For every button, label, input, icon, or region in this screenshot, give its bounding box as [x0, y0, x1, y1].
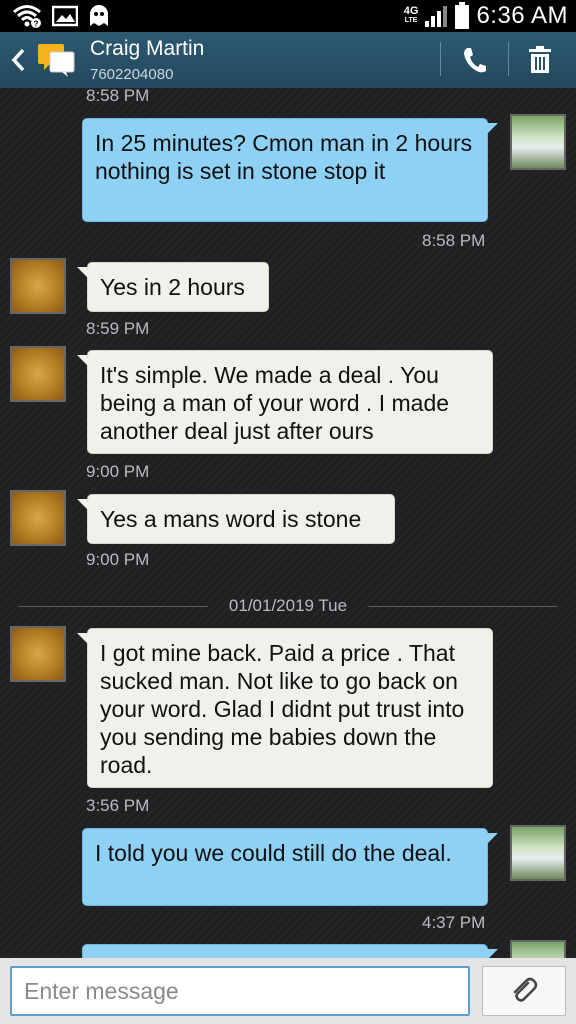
- outgoing-message-partial[interactable]: [82, 944, 498, 958]
- lte-indicator: 4G LTE: [403, 5, 419, 25]
- clock: 6:36 AM: [476, 2, 568, 29]
- message-input[interactable]: [10, 966, 470, 1016]
- message-timestamp: 9:00 PM: [86, 550, 150, 569]
- my-avatar: [510, 114, 566, 170]
- outgoing-message[interactable]: I told you we could still do the deal.: [82, 828, 498, 906]
- incoming-message[interactable]: Yes in 2 hours: [77, 262, 269, 312]
- my-avatar: [510, 825, 566, 881]
- back-icon[interactable]: [8, 46, 28, 74]
- gallery-icon: [52, 5, 78, 27]
- message-timestamp: 4:37 PM: [422, 913, 486, 932]
- attach-button[interactable]: [482, 966, 566, 1016]
- incoming-message[interactable]: I got mine back. Paid a price . That suc…: [77, 628, 493, 788]
- divider-line: [368, 606, 558, 607]
- messaging-app-icon: [38, 44, 75, 77]
- message-timestamp: 9:00 PM: [86, 462, 150, 481]
- trash-icon: [529, 46, 551, 73]
- contact-avatar: [10, 258, 66, 314]
- wifi-icon: ?: [13, 5, 41, 29]
- status-bar: ? 4G LTE 6:36 AM: [0, 0, 576, 32]
- message-timestamp: 8:59 PM: [86, 319, 150, 338]
- message-timestamp: 3:56 PM: [86, 796, 150, 815]
- incoming-message[interactable]: Yes a mans word is stone: [77, 494, 395, 544]
- ghost-icon: [90, 5, 108, 26]
- date-divider: 01/01/2019 Tue: [18, 596, 558, 616]
- battery-icon: [455, 2, 470, 29]
- contact-avatar: [10, 346, 66, 402]
- svg-text:?: ?: [34, 20, 39, 29]
- contact-avatar: [10, 626, 66, 682]
- delete-button[interactable]: [514, 40, 566, 80]
- my-avatar: [510, 940, 566, 958]
- signal-icon: [425, 6, 448, 27]
- composer-bar: [0, 958, 576, 1024]
- incoming-message[interactable]: It's simple. We made a deal . You being …: [77, 350, 493, 454]
- header-divider: [440, 42, 441, 76]
- message-timestamp: 8:58 PM: [422, 231, 486, 250]
- paperclip-icon: [513, 977, 538, 1002]
- call-button[interactable]: [448, 40, 500, 80]
- conversation-thread[interactable]: 8:58 PM In 25 minutes? Cmon man in 2 hou…: [0, 88, 576, 958]
- contact-name[interactable]: Craig Martin: [90, 37, 204, 61]
- header-divider: [508, 42, 509, 76]
- phone-icon: [464, 48, 486, 73]
- outgoing-message[interactable]: In 25 minutes? Cmon man in 2 hours nothi…: [82, 118, 498, 222]
- contact-number: 7602204080: [90, 66, 174, 83]
- contact-avatar: [10, 490, 66, 546]
- message-timestamp: 8:58 PM: [86, 88, 150, 105]
- conversation-header: Craig Martin 7602204080: [0, 32, 576, 90]
